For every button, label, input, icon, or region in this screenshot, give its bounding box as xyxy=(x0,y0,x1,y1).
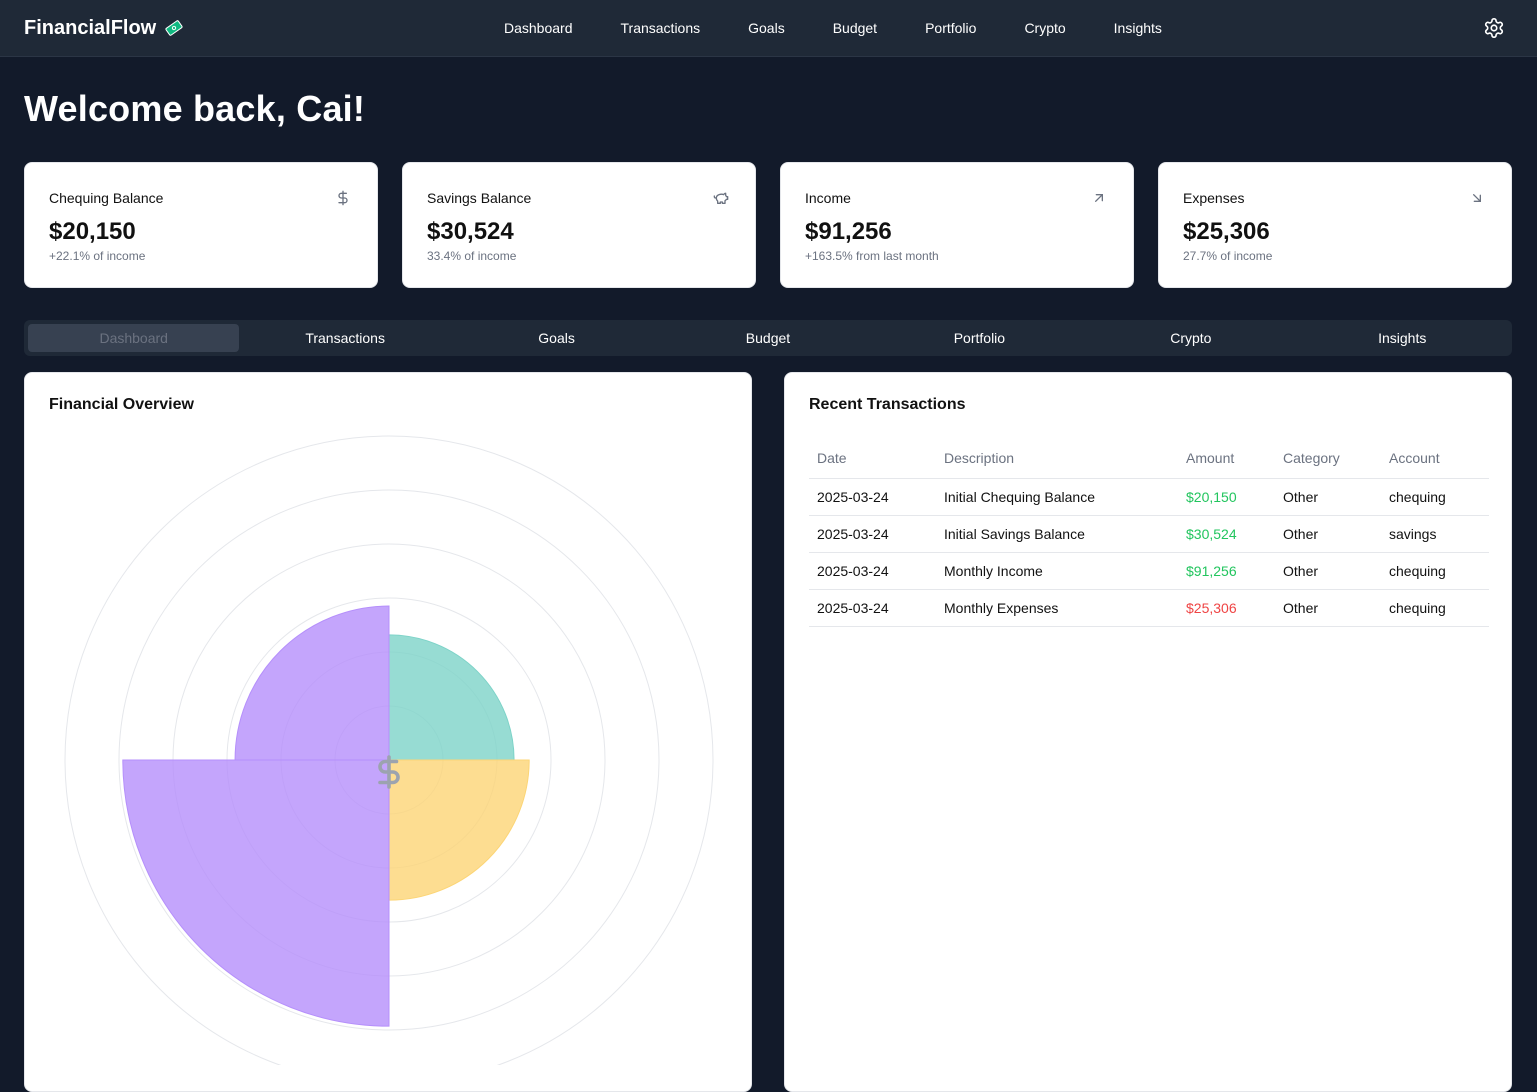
cell-description: Monthly Income xyxy=(936,552,1178,590)
topnav-insights[interactable]: Insights xyxy=(1090,18,1186,38)
piggy-bank-icon xyxy=(713,192,729,204)
cell-amount: $25,306 xyxy=(1178,589,1275,627)
polar-area-chart xyxy=(64,435,714,1065)
panel-title: Recent Transactions xyxy=(809,396,966,413)
tab-insights[interactable]: Insights xyxy=(1297,324,1508,352)
transactions-table: Date Description Amount Category Account… xyxy=(809,439,1489,627)
chart-sector-chequing[interactable] xyxy=(388,634,515,761)
cell-date: 2025-03-24 xyxy=(809,552,936,590)
brand[interactable]: FinancialFlow xyxy=(24,16,184,40)
recent-transactions-panel: Recent Transactions Date Description Amo… xyxy=(784,372,1512,1092)
table-row[interactable]: 2025-03-24 Monthly Expenses $25,306 Othe… xyxy=(809,589,1489,627)
money-icon xyxy=(165,20,183,36)
chart-sector-savings[interactable] xyxy=(388,759,530,901)
topnav-goals[interactable]: Goals xyxy=(724,18,809,38)
card-savings-balance: Savings Balance $30,524 33.4% of income xyxy=(402,162,756,288)
column-header-amount: Amount xyxy=(1178,439,1275,479)
cell-description: Monthly Expenses xyxy=(936,589,1178,627)
topnav-transactions[interactable]: Transactions xyxy=(597,18,725,38)
dollar-icon xyxy=(378,755,400,789)
card-value: $25,306 xyxy=(1183,218,1270,245)
app-name: FinancialFlow xyxy=(24,16,157,39)
cell-category: Other xyxy=(1275,515,1381,553)
financial-overview-panel: Financial Overview xyxy=(24,372,752,1092)
dollar-icon xyxy=(338,190,348,206)
card-subtext: +163.5% from last month xyxy=(805,249,939,263)
cell-description: Initial Chequing Balance xyxy=(936,478,1178,516)
card-title: Income xyxy=(805,190,851,206)
column-header-date: Date xyxy=(809,439,936,479)
table-header-row: Date Description Amount Category Account xyxy=(809,439,1489,479)
cell-description: Initial Savings Balance xyxy=(936,515,1178,553)
card-expenses: Expenses $25,306 27.7% of income xyxy=(1158,162,1512,288)
card-chequing-balance: Chequing Balance $20,150 +22.1% of incom… xyxy=(24,162,378,288)
card-subtext: +22.1% of income xyxy=(49,249,146,263)
table-row[interactable]: 2025-03-24 Initial Chequing Balance $20,… xyxy=(809,478,1489,516)
column-header-description: Description xyxy=(936,439,1178,479)
chart-sector-expenses[interactable] xyxy=(122,759,390,1027)
cell-amount: $91,256 xyxy=(1178,552,1275,590)
column-header-category: Category xyxy=(1275,439,1381,479)
section-tabs: Dashboard Transactions Goals Budget Port… xyxy=(24,320,1512,356)
tab-transactions[interactable]: Transactions xyxy=(239,324,450,352)
card-value: $91,256 xyxy=(805,218,892,245)
card-subtext: 33.4% of income xyxy=(427,249,517,263)
tab-budget[interactable]: Budget xyxy=(662,324,873,352)
cell-date: 2025-03-24 xyxy=(809,478,936,516)
tab-portfolio[interactable]: Portfolio xyxy=(874,324,1085,352)
arrow-down-right-icon xyxy=(1473,194,1481,202)
cell-category: Other xyxy=(1275,589,1381,627)
chart-sector-income[interactable] xyxy=(234,605,390,761)
cell-category: Other xyxy=(1275,552,1381,590)
cell-date: 2025-03-24 xyxy=(809,515,936,553)
card-value: $30,524 xyxy=(427,218,514,245)
cell-date: 2025-03-24 xyxy=(809,589,936,627)
cell-account: chequing xyxy=(1381,589,1489,627)
topnav-budget[interactable]: Budget xyxy=(809,18,901,38)
card-title: Savings Balance xyxy=(427,190,532,206)
card-subtext: 27.7% of income xyxy=(1183,249,1273,263)
table-row[interactable]: 2025-03-24 Initial Savings Balance $30,5… xyxy=(809,515,1489,553)
card-title: Chequing Balance xyxy=(49,190,164,206)
column-header-account: Account xyxy=(1381,439,1489,479)
tab-crypto[interactable]: Crypto xyxy=(1085,324,1296,352)
topnav-portfolio[interactable]: Portfolio xyxy=(901,18,1000,38)
summary-cards: Chequing Balance $20,150 +22.1% of incom… xyxy=(24,162,1512,288)
cell-account: chequing xyxy=(1381,478,1489,516)
table-row[interactable]: 2025-03-24 Monthly Income $91,256 Other … xyxy=(809,552,1489,590)
cell-amount: $20,150 xyxy=(1178,478,1275,516)
top-nav: Dashboard Transactions Goals Budget Port… xyxy=(480,18,1186,38)
gear-icon[interactable] xyxy=(1483,17,1505,39)
card-title: Expenses xyxy=(1183,190,1245,206)
topnav-crypto[interactable]: Crypto xyxy=(1000,18,1089,38)
tab-goals[interactable]: Goals xyxy=(451,324,662,352)
topnav-dashboard[interactable]: Dashboard xyxy=(480,18,597,38)
cell-amount: $30,524 xyxy=(1178,515,1275,553)
cell-account: chequing xyxy=(1381,552,1489,590)
card-value: $20,150 xyxy=(49,218,136,245)
arrow-up-right-icon xyxy=(1095,194,1103,202)
tab-dashboard[interactable]: Dashboard xyxy=(28,324,240,352)
card-income: Income $91,256 +163.5% from last month xyxy=(780,162,1134,288)
cell-category: Other xyxy=(1275,478,1381,516)
welcome-heading: Welcome back, Cai! xyxy=(24,88,366,129)
top-navigation-bar: FinancialFlow Dashboard Transactions Goa… xyxy=(0,0,1537,57)
cell-account: savings xyxy=(1381,515,1489,553)
